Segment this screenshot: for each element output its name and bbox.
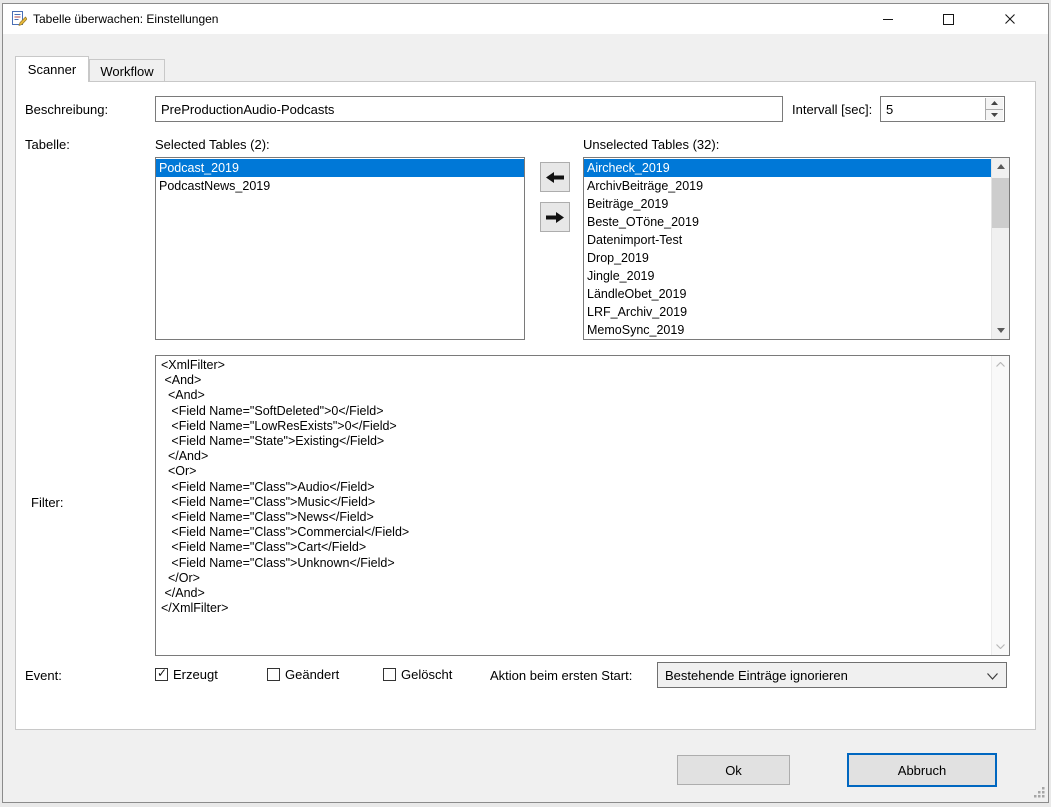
interval-spinner (985, 98, 1003, 120)
selected-tables-label: Selected Tables (2): (155, 137, 270, 152)
ok-button[interactable]: Ok (677, 755, 790, 785)
arrow-right-icon (546, 212, 564, 223)
list-item[interactable]: Jingle_2019 (584, 267, 992, 285)
checkbox-box[interactable] (267, 668, 280, 681)
interval-label: Intervall [sec]: (792, 102, 872, 117)
close-icon (1005, 14, 1015, 24)
minimize-icon (883, 19, 893, 20)
maximize-button[interactable] (918, 4, 979, 34)
spin-down-button[interactable] (986, 110, 1003, 121)
first-start-label: Aktion beim ersten Start: (490, 668, 632, 683)
scroll-up-button[interactable] (992, 356, 1009, 373)
list-item[interactable]: ArchivBeiträge_2019 (584, 177, 992, 195)
scrollbar-thumb[interactable] (992, 178, 1009, 228)
list-item[interactable]: Podcast_2019 (156, 159, 524, 177)
move-left-button[interactable] (540, 162, 570, 192)
description-value: PreProductionAudio-Podcasts (161, 102, 334, 117)
dialog-screen: Tabelle überwachen: Einstellungen Scanne… (0, 0, 1051, 807)
window-title: Tabelle überwachen: Einstellungen (33, 12, 218, 26)
event-label: Event: (25, 668, 62, 683)
list-item[interactable]: Beste_OTöne_2019 (584, 213, 992, 231)
unselected-tables-listbox[interactable]: Aircheck_2019ArchivBeiträge_2019Beiträge… (583, 157, 1010, 340)
checkbox-box[interactable] (155, 668, 168, 681)
titlebar[interactable]: Tabelle überwachen: Einstellungen (3, 4, 1048, 34)
tab-scanner[interactable]: Scanner (15, 56, 89, 82)
description-input[interactable]: PreProductionAudio-Podcasts (155, 96, 783, 122)
scroll-down-button[interactable] (992, 638, 1009, 655)
event-checkboxes: Erzeugt Geändert Gelöscht (155, 663, 493, 685)
description-label: Beschreibung: (25, 102, 108, 117)
chevron-down-icon (987, 673, 998, 680)
unselected-tables-items: Aircheck_2019ArchivBeiträge_2019Beiträge… (584, 158, 992, 339)
checkbox-label: Erzeugt (173, 667, 218, 682)
list-item[interactable]: LRF_Archiv_2019 (584, 303, 992, 321)
first-start-dropdown[interactable]: Bestehende Einträge ignorieren (657, 662, 1007, 688)
unselected-tables-scrollbar[interactable] (991, 158, 1009, 339)
scroll-down-icon (996, 644, 1005, 649)
tab-workflow[interactable]: Workflow (89, 59, 165, 82)
filter-scrollbar[interactable] (991, 356, 1009, 655)
scroll-down-icon (997, 328, 1005, 333)
event-checkbox-item[interactable]: Geändert (267, 667, 383, 682)
scroll-up-button[interactable] (992, 158, 1009, 175)
move-right-button[interactable] (540, 202, 570, 232)
filter-label: Filter: (31, 495, 64, 510)
filter-xml-text: <XmlFilter> <And> <And> <Field Name="Sof… (161, 358, 989, 653)
list-item[interactable]: Drop_2019 (584, 249, 992, 267)
maximize-icon (943, 14, 954, 25)
checkbox-label: Geändert (285, 667, 339, 682)
event-checkbox-item[interactable]: Erzeugt (155, 667, 267, 682)
list-item[interactable]: Aircheck_2019 (584, 159, 992, 177)
close-button[interactable] (979, 4, 1040, 34)
minimize-button[interactable] (857, 4, 918, 34)
resize-grip[interactable] (1033, 786, 1046, 799)
list-item[interactable]: MemoSync_2019 (584, 321, 992, 339)
list-item[interactable]: Datenimport-Test (584, 231, 992, 249)
spin-up-button[interactable] (986, 98, 1003, 110)
spin-up-icon (991, 101, 998, 105)
arrow-left-icon (546, 172, 564, 183)
first-start-value: Bestehende Einträge ignorieren (665, 668, 848, 683)
list-item[interactable]: LändleObet_2019 (584, 285, 992, 303)
filter-textarea[interactable]: <XmlFilter> <And> <And> <Field Name="Sof… (155, 355, 1010, 656)
spin-down-icon (991, 113, 998, 117)
checkbox-label: Gelöscht (401, 667, 452, 682)
interval-value: 5 (886, 102, 893, 117)
cancel-button[interactable]: Abbruch (847, 753, 997, 787)
interval-input[interactable]: 5 (880, 96, 1005, 122)
scroll-up-icon (996, 362, 1005, 367)
unselected-tables-label: Unselected Tables (32): (583, 137, 719, 152)
list-item[interactable]: PodcastNews_2019 (156, 177, 524, 195)
event-checkbox-item[interactable]: Gelöscht (383, 667, 493, 682)
checkbox-box[interactable] (383, 668, 396, 681)
scroll-down-button[interactable] (992, 322, 1009, 339)
selected-tables-listbox[interactable]: Podcast_2019PodcastNews_2019 (155, 157, 525, 340)
edit-document-icon (11, 11, 27, 27)
scroll-up-icon (997, 164, 1005, 169)
list-item[interactable]: Beiträge_2019 (584, 195, 992, 213)
selected-tables-items: Podcast_2019PodcastNews_2019 (156, 158, 524, 339)
table-label: Tabelle: (25, 137, 70, 152)
